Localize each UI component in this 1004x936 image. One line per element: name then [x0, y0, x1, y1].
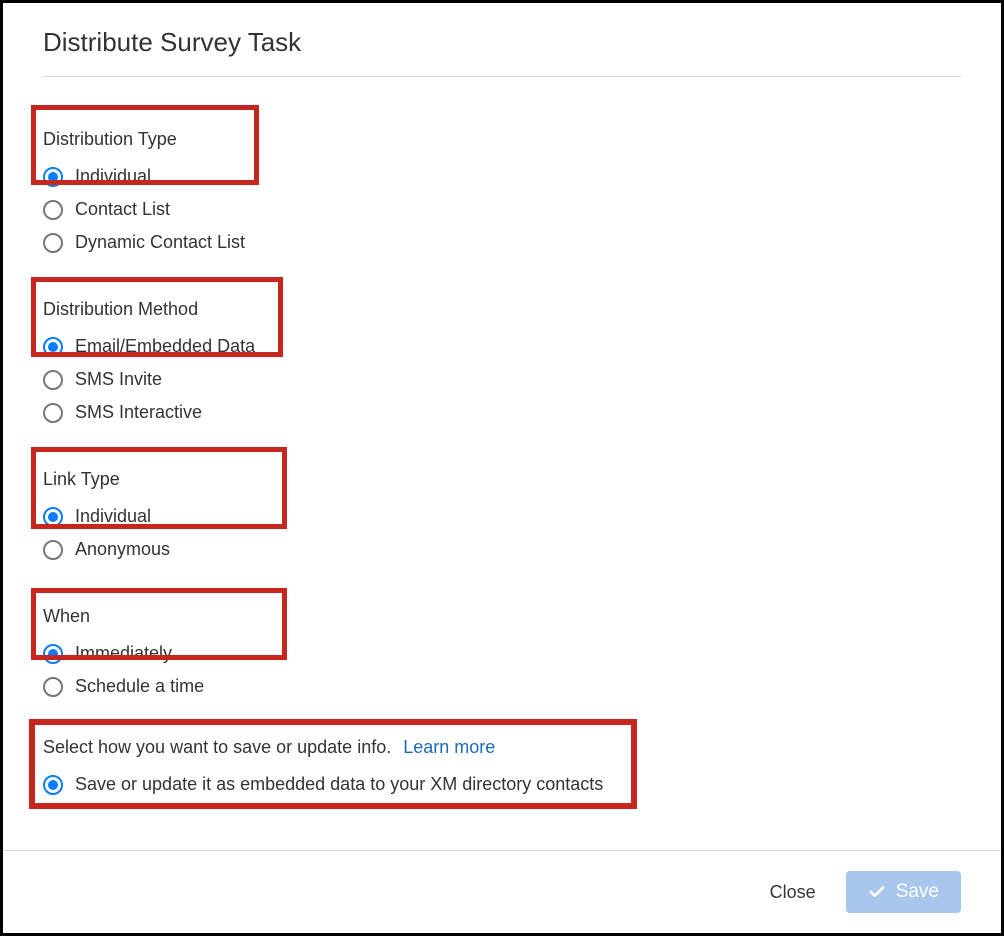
- save-button-label: Save: [896, 881, 939, 903]
- radio-option-immediately[interactable]: Immediately: [43, 637, 961, 670]
- radio-label: Save or update it as embedded data to yo…: [75, 774, 603, 795]
- radio-label: Immediately: [75, 643, 172, 664]
- modal-header: Distribute Survey Task: [3, 3, 1001, 76]
- section-label: When: [43, 602, 961, 627]
- radio-option-sms-invite[interactable]: SMS Invite: [43, 363, 961, 396]
- radio-option-contact-list[interactable]: Contact List: [43, 193, 961, 226]
- radio-label: SMS Invite: [75, 369, 162, 390]
- radio-icon: [43, 200, 63, 220]
- radio-option-save-embedded-data[interactable]: Save or update it as embedded data to yo…: [43, 768, 961, 801]
- radio-icon: [43, 507, 63, 527]
- radio-option-email-embedded[interactable]: Email/Embedded Data: [43, 330, 961, 363]
- radio-icon: [43, 677, 63, 697]
- modal-footer: Close Save: [3, 850, 1001, 933]
- radio-icon: [43, 540, 63, 560]
- section-when: When Immediately Schedule a time: [43, 602, 961, 703]
- radio-option-schedule-time[interactable]: Schedule a time: [43, 670, 961, 703]
- radio-icon: [43, 370, 63, 390]
- page-title: Distribute Survey Task: [43, 27, 961, 58]
- section-distribution-type: Distribution Type Individual Contact Lis…: [43, 125, 961, 259]
- section-label: Link Type: [43, 465, 961, 490]
- radio-option-individual[interactable]: Individual: [43, 160, 961, 193]
- radio-icon: [43, 337, 63, 357]
- radio-label: Individual: [75, 506, 151, 527]
- radio-label: SMS Interactive: [75, 402, 202, 423]
- radio-label: Anonymous: [75, 539, 170, 560]
- radio-label: Dynamic Contact List: [75, 232, 245, 253]
- save-button[interactable]: Save: [846, 871, 961, 913]
- section-label: Select how you want to save or update in…: [43, 733, 391, 758]
- radio-icon: [43, 644, 63, 664]
- radio-option-link-anonymous[interactable]: Anonymous: [43, 533, 961, 566]
- radio-label: Contact List: [75, 199, 170, 220]
- check-icon: [868, 883, 886, 901]
- radio-label: Email/Embedded Data: [75, 336, 255, 357]
- radio-icon: [43, 233, 63, 253]
- radio-label: Individual: [75, 166, 151, 187]
- section-label: Distribution Method: [43, 295, 961, 320]
- section-label: Distribution Type: [43, 125, 961, 150]
- section-save-info: Select how you want to save or update in…: [43, 729, 961, 801]
- radio-icon: [43, 167, 63, 187]
- section-link-type: Link Type Individual Anonymous: [43, 465, 961, 566]
- radio-label: Schedule a time: [75, 676, 204, 697]
- modal-content: Distribution Type Individual Contact Lis…: [3, 77, 1001, 933]
- radio-option-link-individual[interactable]: Individual: [43, 500, 961, 533]
- close-button[interactable]: Close: [764, 872, 822, 913]
- distribute-survey-modal: Distribute Survey Task Distribution Type…: [3, 3, 1001, 933]
- radio-option-sms-interactive[interactable]: SMS Interactive: [43, 396, 961, 429]
- learn-more-link[interactable]: Learn more: [403, 737, 495, 758]
- radio-option-dynamic-contact-list[interactable]: Dynamic Contact List: [43, 226, 961, 259]
- radio-icon: [43, 403, 63, 423]
- radio-icon: [43, 775, 63, 795]
- section-distribution-method: Distribution Method Email/Embedded Data …: [43, 295, 961, 429]
